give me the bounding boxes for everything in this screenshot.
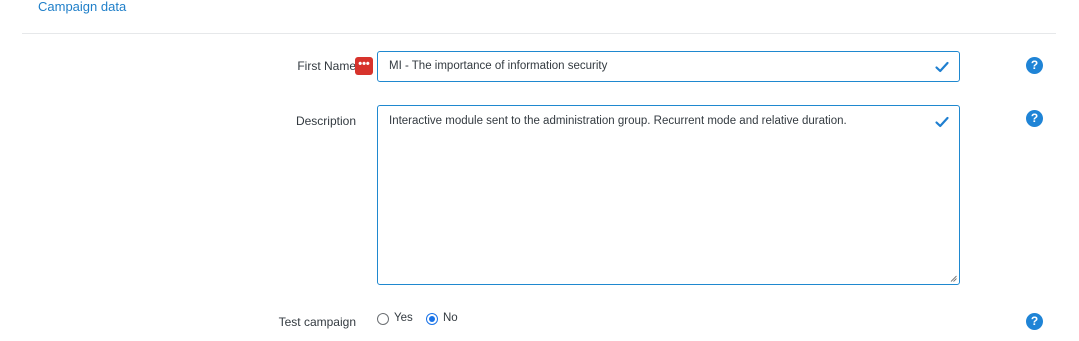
first-name-label: First Name xyxy=(297,59,356,73)
section-title-campaign-data[interactable]: Campaign data xyxy=(38,0,126,14)
resize-handle-icon[interactable] xyxy=(950,275,957,282)
valid-check-icon xyxy=(935,116,949,128)
test-campaign-yes-radio[interactable] xyxy=(377,313,389,325)
first-name-input[interactable]: MI - The importance of information secur… xyxy=(377,51,960,82)
test-campaign-help-icon[interactable]: ? xyxy=(1026,313,1043,330)
password-manager-icon[interactable]: ••• xyxy=(355,57,373,75)
description-help-icon[interactable]: ? xyxy=(1026,110,1043,127)
description-value: Interactive module sent to the administr… xyxy=(389,115,847,127)
test-campaign-no-label[interactable]: No xyxy=(443,312,458,324)
description-label: Description xyxy=(295,114,356,128)
divider xyxy=(22,33,1056,34)
description-textarea[interactable]: Interactive module sent to the administr… xyxy=(377,105,960,285)
first-name-help-icon[interactable]: ? xyxy=(1026,57,1043,74)
test-campaign-yes-label[interactable]: Yes xyxy=(394,312,413,324)
first-name-value: MI - The importance of information secur… xyxy=(389,60,608,72)
test-campaign-label: Test campaign xyxy=(278,315,356,329)
test-campaign-no-radio[interactable] xyxy=(426,313,438,325)
valid-check-icon xyxy=(935,61,949,73)
